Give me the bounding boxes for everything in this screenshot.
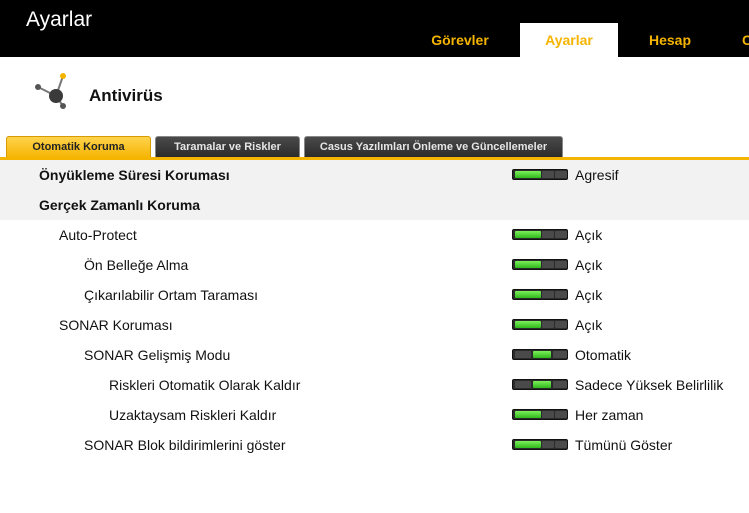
app-title: Ayarlar xyxy=(26,8,93,31)
toggle-segment xyxy=(542,411,554,418)
toggle-segment xyxy=(542,291,554,298)
toggle-segment xyxy=(515,261,541,268)
setting-label: Riskleri Otomatik Olarak Kaldır xyxy=(109,377,301,393)
setting-toggle[interactable] xyxy=(512,439,568,450)
setting-label: SONAR Koruması xyxy=(59,317,173,333)
setting-toggle[interactable] xyxy=(512,229,568,240)
toggle-segment xyxy=(542,171,554,178)
setting-toggle[interactable] xyxy=(512,259,568,270)
toggle-segment xyxy=(542,321,554,328)
toggle-segment xyxy=(553,351,567,358)
subtab-casus-yazilim[interactable]: Casus Yazılımları Önleme ve Güncellemele… xyxy=(304,136,563,158)
toggle-segment xyxy=(555,231,567,238)
setting-row: Riskleri Otomatik Olarak Kaldır Sadece Yü… xyxy=(0,370,749,400)
setting-row: Çıkarılabilir Ortam Taraması Açık xyxy=(0,280,749,310)
setting-row: Uzaktaysam Riskleri Kaldır Her zaman xyxy=(0,400,749,430)
setting-label: Önyükleme Süresi Koruması xyxy=(39,167,230,183)
toggle-segment xyxy=(553,381,567,388)
network-nodes-icon xyxy=(35,73,66,109)
setting-value[interactable]: Tümünü Göster xyxy=(575,437,672,453)
toggle-segment xyxy=(555,171,567,178)
toggle-segment xyxy=(533,381,551,388)
setting-value[interactable]: Açık xyxy=(575,227,602,243)
setting-row: Auto-Protect Açık xyxy=(0,220,749,250)
setting-value[interactable]: Her zaman xyxy=(575,407,643,423)
setting-label: Çıkarılabilir Ortam Taraması xyxy=(84,287,259,303)
setting-value[interactable]: Açık xyxy=(575,287,602,303)
tab-hesap[interactable]: Hesap xyxy=(628,23,712,57)
setting-value[interactable]: Açık xyxy=(575,257,602,273)
setting-value[interactable]: Açık xyxy=(575,317,602,333)
setting-toggle[interactable] xyxy=(512,289,568,300)
setting-label: SONAR Blok bildirimlerini göster xyxy=(84,437,286,453)
setting-label: SONAR Gelişmiş Modu xyxy=(84,347,231,363)
toggle-segment xyxy=(542,261,554,268)
toggle-segment xyxy=(515,321,541,328)
toggle-segment xyxy=(515,171,541,178)
toggle-segment xyxy=(515,231,541,238)
setting-value[interactable]: Otomatik xyxy=(575,347,631,363)
sub-tab-bar: Otomatik Koruma Taramalar ve Riskler Cas… xyxy=(0,136,749,158)
toggle-segment xyxy=(555,411,567,418)
toggle-segment xyxy=(542,231,554,238)
setting-label: Uzaktaysam Riskleri Kaldır xyxy=(109,407,277,423)
tab-gorevler[interactable]: Görevler xyxy=(410,23,510,57)
page-title: Antivirüs xyxy=(89,86,163,105)
tab-overflow[interactable]: C xyxy=(742,23,749,57)
toggle-segment xyxy=(515,291,541,298)
setting-label: Ön Belleğe Alma xyxy=(84,257,189,273)
title-bar: Ayarlar Görevler Ayarlar Hesap C xyxy=(0,0,749,57)
tab-ayarlar[interactable]: Ayarlar xyxy=(520,23,618,57)
setting-value[interactable]: Sadece Yüksek Belirlilik xyxy=(575,377,723,393)
setting-label: Gerçek Zamanlı Koruma xyxy=(39,197,201,213)
toggle-segment xyxy=(555,261,567,268)
setting-row: Ön Belleğe Alma Açık xyxy=(0,250,749,280)
setting-row: Önyükleme Süresi Koruması Agresif xyxy=(0,160,749,190)
setting-row: SONAR Blok bildirimlerini göster Tümünü G… xyxy=(0,430,749,460)
setting-row: Gerçek Zamanlı Koruma xyxy=(0,190,749,220)
setting-row: SONAR Koruması Açık xyxy=(0,310,749,340)
setting-toggle[interactable] xyxy=(512,349,568,360)
setting-toggle[interactable] xyxy=(512,409,568,420)
setting-value[interactable]: Agresif xyxy=(575,167,619,183)
toggle-segment xyxy=(555,321,567,328)
toggle-segment xyxy=(515,411,541,418)
setting-toggle[interactable] xyxy=(512,379,568,390)
toggle-segment xyxy=(533,351,551,358)
toggle-segment xyxy=(555,291,567,298)
setting-label: Auto-Protect xyxy=(59,227,137,243)
setting-toggle[interactable] xyxy=(512,169,568,180)
subtab-taramalar[interactable]: Taramalar ve Riskler xyxy=(155,136,300,158)
setting-row: SONAR Gelişmiş Modu Otomatik xyxy=(0,340,749,370)
toggle-segment xyxy=(555,441,567,448)
setting-toggle[interactable] xyxy=(512,319,568,330)
toggle-segment xyxy=(515,381,531,388)
toggle-segment xyxy=(515,351,531,358)
toggle-segment xyxy=(542,441,554,448)
subtab-otomatik-koruma[interactable]: Otomatik Koruma xyxy=(6,136,151,158)
toggle-segment xyxy=(515,441,541,448)
